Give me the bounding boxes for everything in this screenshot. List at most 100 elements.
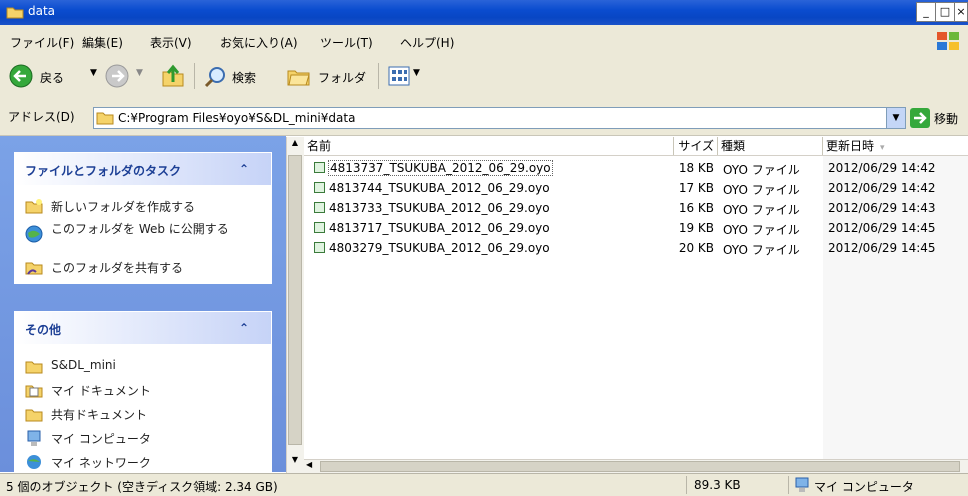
task-pane-scrollbar[interactable]: ▲ ▼ xyxy=(286,137,304,473)
tasks-panel-header[interactable]: ファイルとフォルダのタスク ⌃ xyxy=(15,153,271,185)
table-row[interactable]: 4813744_TSUKUBA_2012_06_29.oyo 17 KB OYO… xyxy=(304,178,968,198)
table-row[interactable]: 4813733_TSUKUBA_2012_06_29.oyo 16 KB OYO… xyxy=(304,198,968,218)
column-header-size[interactable]: サイズ xyxy=(674,137,718,155)
file-name: 4813737_TSUKUBA_2012_06_29.oyo xyxy=(328,160,553,176)
back-label: 戻る xyxy=(40,71,65,85)
column-modified-label: 更新日時 xyxy=(826,139,875,153)
menu-view[interactable]: 表示(V) xyxy=(150,34,192,51)
back-button[interactable]: 戻る ▼ xyxy=(8,63,98,89)
views-button[interactable]: ▼ xyxy=(388,63,422,89)
search-icon xyxy=(204,67,225,88)
my-network-icon xyxy=(27,455,41,469)
menu-file[interactable]: ファイル(F) xyxy=(10,34,74,51)
file-name: 4813744_TSUKUBA_2012_06_29.oyo xyxy=(329,181,550,195)
column-header-modified[interactable]: 更新日時 ▾ xyxy=(823,137,968,155)
place-label: S&DL_mini xyxy=(51,358,116,372)
menu-tools[interactable]: ツール(T) xyxy=(320,34,373,51)
task-label: このフォルダを共有する xyxy=(51,261,184,275)
window-title: data xyxy=(28,4,56,18)
column-header-type[interactable]: 種類 xyxy=(718,137,823,155)
file-modified: 2012/06/29 14:42 xyxy=(828,161,936,175)
views-icon xyxy=(388,66,410,86)
address-label: アドレス(D) xyxy=(8,110,75,124)
file-size: 19 KB xyxy=(678,221,714,235)
search-button[interactable]: 検索 xyxy=(204,63,278,89)
address-dropdown-icon[interactable]: ▼ xyxy=(886,108,905,128)
folders-label: フォルダ xyxy=(318,71,367,85)
menu-help[interactable]: ヘルプ(H) xyxy=(400,34,454,51)
back-arrow-icon xyxy=(9,64,33,88)
status-object-count: 5 個のオブジェクト (空きディスク領域: 2.34 GB) xyxy=(6,480,278,494)
file-name: 4813733_TSUKUBA_2012_06_29.oyo xyxy=(329,201,550,215)
task-pane: ファイルとフォルダのタスク ⌃ 新しいフォルダを作成する このフォルダを Web… xyxy=(0,136,286,474)
table-row[interactable]: 4813717_TSUKUBA_2012_06_29.oyo 19 KB OYO… xyxy=(304,218,968,238)
my-documents-icon xyxy=(25,385,43,398)
back-dropdown-icon[interactable]: ▼ xyxy=(90,68,97,78)
folder-icon xyxy=(96,112,114,125)
sort-indicator-icon: ▾ xyxy=(880,143,885,153)
file-size: 20 KB xyxy=(678,241,714,255)
title-bar[interactable]: data _ □ × xyxy=(0,0,968,25)
status-separator xyxy=(788,476,789,494)
my-computer-icon xyxy=(795,477,809,492)
scroll-left-icon[interactable]: ◀ xyxy=(306,460,312,469)
file-modified: 2012/06/29 14:45 xyxy=(828,221,936,235)
hscroll-thumb[interactable] xyxy=(320,461,960,472)
status-size: 89.3 KB xyxy=(694,478,741,492)
oyo-file-icon xyxy=(314,202,325,213)
folders-button[interactable]: フォルダ xyxy=(286,63,370,89)
oyo-file-icon xyxy=(314,242,325,253)
column-header-name[interactable]: 名前 xyxy=(304,137,674,155)
column-headers: 名前 サイズ 種類 更新日時 ▾ xyxy=(304,137,968,156)
other-panel-title: その他 xyxy=(25,323,62,337)
scroll-thumb[interactable] xyxy=(288,155,302,445)
maximize-button[interactable]: □ xyxy=(935,2,955,22)
windows-logo-icon xyxy=(937,32,959,50)
place-label: マイ コンピュータ xyxy=(51,432,151,446)
folder-icon xyxy=(25,361,43,374)
new-folder-icon xyxy=(25,199,43,214)
status-separator xyxy=(686,476,687,494)
column-name-label: 名前 xyxy=(307,139,332,153)
menu-bar: ファイル(F) 編集(E) 表示(V) お気に入り(A) ツール(T) ヘルプ(… xyxy=(0,25,968,58)
forward-dropdown-icon[interactable]: ▼ xyxy=(136,68,143,78)
status-location: マイ コンピュータ xyxy=(814,480,914,494)
web-publish-icon xyxy=(25,225,43,243)
scroll-up-icon[interactable]: ▲ xyxy=(288,138,302,152)
share-folder-icon xyxy=(25,262,43,275)
place-label: マイ ネットワーク xyxy=(51,456,151,470)
go-button[interactable]: 移動 xyxy=(910,107,968,129)
folder-icon xyxy=(25,409,43,422)
place-label: マイ ドキュメント xyxy=(51,384,151,398)
file-type: OYO ファイル xyxy=(723,203,800,217)
minimize-button[interactable]: _ xyxy=(916,2,936,22)
collapse-icon[interactable]: ⌃ xyxy=(239,162,249,176)
task-label: 新しいフォルダを作成する xyxy=(51,200,196,214)
search-label: 検索 xyxy=(232,71,257,85)
folders-icon xyxy=(287,70,310,86)
toolbar-separator xyxy=(378,63,379,89)
file-size: 17 KB xyxy=(678,181,714,195)
close-button[interactable]: × xyxy=(954,2,968,22)
views-dropdown-icon: ▼ xyxy=(413,68,420,78)
up-folder-icon[interactable] xyxy=(160,62,186,90)
task-label: このフォルダを Web に公開する xyxy=(51,222,229,236)
collapse-icon[interactable]: ⌃ xyxy=(239,321,249,335)
file-folder-tasks-panel: ファイルとフォルダのタスク ⌃ 新しいフォルダを作成する このフォルダを Web… xyxy=(14,152,272,284)
table-row[interactable]: 4803279_TSUKUBA_2012_06_29.oyo 20 KB OYO… xyxy=(304,238,968,258)
file-size: 18 KB xyxy=(678,161,714,175)
table-row[interactable]: 4813737_TSUKUBA_2012_06_29.oyo 18 KB OYO… xyxy=(304,158,968,178)
my-computer-icon xyxy=(27,430,41,446)
file-type: OYO ファイル xyxy=(723,183,800,197)
go-label: 移動 xyxy=(934,112,959,126)
other-panel-header[interactable]: その他 ⌃ xyxy=(15,312,271,344)
column-size-label: サイズ xyxy=(678,139,714,153)
menu-edit[interactable]: 編集(E) xyxy=(82,34,123,51)
file-list-hscrollbar[interactable]: ◀ xyxy=(304,459,968,474)
address-input[interactable]: C:¥Program Files¥oyo¥S&DL_mini¥data ▼ xyxy=(93,107,906,129)
toolbar: 戻る ▼ ▼ 検索 フォルダ ▼ xyxy=(0,57,968,96)
file-modified: 2012/06/29 14:45 xyxy=(828,241,936,255)
forward-arrow-icon[interactable] xyxy=(104,63,130,89)
scroll-down-icon[interactable]: ▼ xyxy=(288,455,302,469)
menu-favorites[interactable]: お気に入り(A) xyxy=(220,34,298,51)
